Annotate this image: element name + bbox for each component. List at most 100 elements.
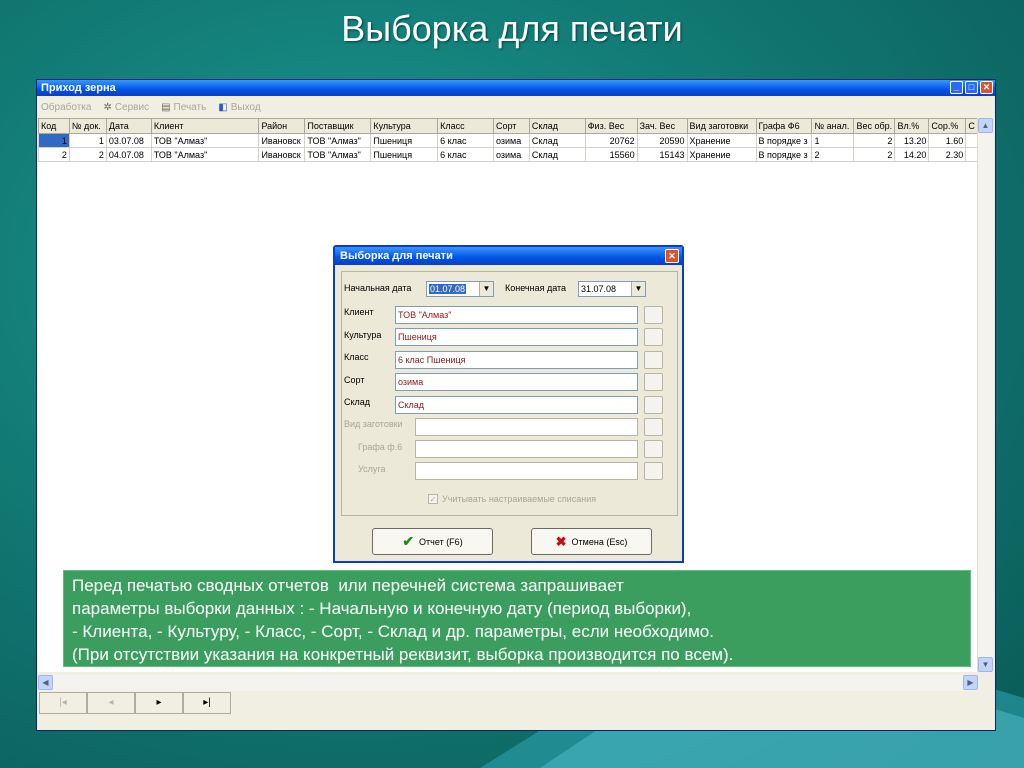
table-cell[interactable]: Склад <box>528 147 586 162</box>
start-date-combo[interactable]: 01.07.08 ▼ <box>426 281 494 297</box>
menu-processing[interactable]: Обработка <box>41 102 91 113</box>
table-cell[interactable]: ТОВ "Алмаз" <box>304 133 372 148</box>
cancel-button[interactable]: ✖ Отмена (Esc) <box>531 528 652 555</box>
table-cell[interactable]: Ивановск <box>258 147 306 162</box>
chevron-down-icon[interactable]: ▼ <box>631 282 645 296</box>
close-button[interactable]: ✕ <box>980 81 993 94</box>
checkmark-icon[interactable]: ✓ <box>428 494 438 504</box>
maximize-button[interactable]: □ <box>965 81 978 94</box>
nav-prev-button[interactable]: ◂ <box>87 692 135 714</box>
col-header[interactable]: № анал. <box>811 118 855 134</box>
col-header[interactable]: № док. <box>68 118 107 134</box>
col-header[interactable]: Склад <box>528 118 586 134</box>
table-cell[interactable]: 14.20 <box>894 147 930 162</box>
table-cell[interactable]: Пшениця <box>370 147 439 162</box>
crop-field[interactable]: Пшениця <box>395 328 638 346</box>
table-cell[interactable]: 04.07.08 <box>105 147 152 162</box>
table-cell[interactable]: Склад <box>528 133 586 148</box>
table-cell[interactable]: 15560 <box>584 147 638 162</box>
menu-print[interactable]: ▤ Печать <box>161 102 206 113</box>
table-cell[interactable]: 20590 <box>636 133 688 148</box>
table-cell[interactable]: 20762 <box>584 133 638 148</box>
nav-last-button[interactable]: ▸| <box>183 692 231 714</box>
dialog-close-icon[interactable]: ✕ <box>665 249 679 263</box>
table-cell[interactable]: Хранение <box>686 133 757 148</box>
scroll-left-icon[interactable]: ◀ <box>38 675 53 690</box>
crop-pick-button[interactable] <box>644 328 663 346</box>
col-header[interactable]: Дата <box>105 118 152 134</box>
end-date-combo[interactable]: 31.07.08 ▼ <box>578 281 646 297</box>
col-header[interactable]: С <box>965 118 978 134</box>
table-cell[interactable]: озима <box>492 147 530 162</box>
report-button[interactable]: ✔ Отчет (F6) <box>372 528 493 555</box>
col-header[interactable]: Клиент <box>150 118 260 134</box>
col-header[interactable]: Вес обр. <box>853 118 896 134</box>
table-cell[interactable]: Хранение <box>686 147 757 162</box>
class-pick-button[interactable] <box>644 351 663 369</box>
horizontal-scrollbar[interactable]: ◀ ▶ <box>38 675 978 691</box>
table-cell[interactable]: 1 <box>68 133 107 148</box>
col-header[interactable]: Зач. Вес <box>636 118 688 134</box>
col-header[interactable]: Код <box>38 118 70 134</box>
table-row[interactable]: 1 1 03.07.08 ТОВ "Алмаз" Ивановск ТОВ "Алмаз"… <box>38 133 978 148</box>
nav-next-button[interactable]: ▸ <box>135 692 183 714</box>
col-header[interactable]: Класс <box>437 118 494 134</box>
service-field[interactable] <box>415 462 638 480</box>
table-cell[interactable]: Ивановск <box>258 133 306 148</box>
table-cell[interactable]: 6 клас <box>437 147 494 162</box>
table-cell[interactable]: В порядке з <box>755 133 813 148</box>
scroll-down-icon[interactable]: ▼ <box>978 657 993 672</box>
table-cell[interactable]: 15143 <box>636 147 688 162</box>
table-cell[interactable]: 03.07.08 <box>105 133 152 148</box>
f6-field[interactable] <box>415 440 638 458</box>
col-header[interactable]: Вл.% <box>894 118 930 134</box>
service-pick-button[interactable] <box>644 462 663 480</box>
sort-pick-button[interactable] <box>644 373 663 391</box>
client-field[interactable]: ТОВ "Алмаз" <box>395 306 638 324</box>
sort-field[interactable]: озима <box>395 373 638 391</box>
col-header[interactable]: Район <box>258 118 306 134</box>
col-header[interactable]: Графа Ф6 <box>755 118 813 134</box>
col-header[interactable]: Культура <box>370 118 439 134</box>
col-header[interactable]: Физ. Вес <box>584 118 638 134</box>
class-field[interactable]: 6 клас Пшениця <box>395 351 638 369</box>
client-pick-button[interactable] <box>644 306 663 324</box>
table-cell[interactable]: 13.20 <box>894 133 930 148</box>
scroll-up-icon[interactable]: ▲ <box>978 118 993 133</box>
table-cell[interactable] <box>965 133 978 148</box>
warehouse-pick-button[interactable] <box>644 396 663 414</box>
table-cell[interactable]: В порядке з <box>755 147 813 162</box>
table-cell[interactable]: 6 клас <box>437 133 494 148</box>
col-header[interactable]: Сор.% <box>928 118 967 134</box>
col-header[interactable]: Поставщик <box>304 118 372 134</box>
menu-exit[interactable]: ◧ Выход <box>218 102 260 113</box>
procurement-pick-button[interactable] <box>644 418 663 436</box>
table-row[interactable]: 2 2 04.07.08 ТОВ "Алмаз" Ивановск ТОВ "Алмаз"… <box>38 147 978 162</box>
table-cell[interactable]: 2 <box>853 147 896 162</box>
warehouse-field[interactable]: Склад <box>395 396 638 414</box>
table-cell[interactable]: ТОВ "Алмаз" <box>150 133 260 148</box>
table-cell[interactable]: 2 <box>38 147 70 162</box>
col-header[interactable]: Сорт <box>492 118 530 134</box>
table-cell[interactable]: ТОВ "Алмаз" <box>150 147 260 162</box>
table-cell[interactable] <box>965 147 978 162</box>
col-header[interactable]: Вид заготовки <box>686 118 757 134</box>
table-cell[interactable]: 2 <box>811 147 855 162</box>
table-cell[interactable]: озима <box>492 133 530 148</box>
vertical-scrollbar[interactable]: ▲ ▼ <box>977 118 993 672</box>
table-cell[interactable]: 1 <box>811 133 855 148</box>
table-cell[interactable]: 2 <box>853 133 896 148</box>
table-cell[interactable]: 2.30 <box>928 147 967 162</box>
table-cell[interactable]: 1.60 <box>928 133 967 148</box>
table-cell[interactable]: ТОВ "Алмаз" <box>304 147 372 162</box>
nav-first-button[interactable]: |◂ <box>39 692 87 714</box>
chevron-down-icon[interactable]: ▼ <box>479 282 493 296</box>
f6-pick-button[interactable] <box>644 440 663 458</box>
minimize-button[interactable]: _ <box>950 81 963 94</box>
table-cell[interactable]: 1 <box>38 133 70 148</box>
menu-service[interactable]: ✲ Сервис <box>103 102 149 113</box>
procurement-field[interactable] <box>415 418 638 436</box>
table-cell[interactable]: 2 <box>68 147 107 162</box>
writeoffs-checkbox[interactable]: ✓ Учитывать настраиваемые списания <box>428 494 596 504</box>
scroll-right-icon[interactable]: ▶ <box>963 675 978 690</box>
